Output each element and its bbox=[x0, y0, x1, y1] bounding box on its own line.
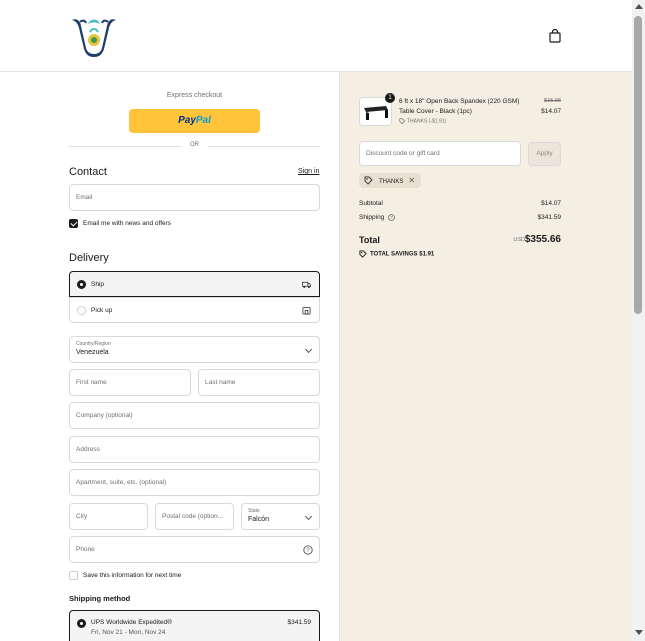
product-price: $14.07 bbox=[541, 108, 561, 115]
total-label: Total bbox=[359, 235, 380, 245]
first-name-placeholder: First name bbox=[76, 379, 107, 386]
delivery-option-pickup[interactable]: Pick up bbox=[69, 297, 320, 323]
product-discount-text: THANKS (-$1.91) bbox=[407, 118, 447, 125]
subtotal-label: Subtotal bbox=[359, 200, 383, 207]
discount-code-field[interactable]: Discount code or gift card bbox=[359, 141, 521, 166]
delivery-heading: Delivery bbox=[69, 252, 109, 264]
shipping-method-name: UPS Worldwide Expedited® bbox=[91, 619, 172, 626]
city-field[interactable]: City bbox=[69, 503, 148, 530]
tag-icon bbox=[359, 250, 367, 258]
discount-code-placeholder: Discount code or gift card bbox=[366, 150, 440, 157]
chevron-down-icon bbox=[304, 345, 313, 354]
save-info-checkbox[interactable] bbox=[69, 571, 78, 580]
contact-heading: Contact bbox=[69, 166, 107, 178]
tag-icon bbox=[399, 118, 406, 125]
shipping-method-radio[interactable] bbox=[77, 619, 86, 628]
sign-in-link[interactable]: Sign in bbox=[298, 168, 319, 175]
postal-code-placeholder: Postal code (option... bbox=[162, 513, 224, 520]
store-icon bbox=[302, 306, 311, 315]
company-placeholder: Company (optional) bbox=[76, 412, 133, 419]
shopping-bag-icon[interactable] bbox=[548, 29, 562, 43]
total-row: Total USD $355.66 bbox=[359, 233, 561, 247]
country-label: Country/Region bbox=[76, 341, 111, 347]
page-scrollbar[interactable] bbox=[632, 0, 645, 641]
remove-discount-icon[interactable]: ✕ bbox=[408, 176, 415, 185]
subtotal-value: $14.07 bbox=[541, 200, 561, 207]
or-text: OR bbox=[190, 142, 199, 148]
pickup-radio[interactable] bbox=[77, 306, 86, 315]
checkout-header bbox=[0, 0, 632, 72]
quantity-badge: 1 bbox=[385, 93, 395, 103]
pickup-label: Pick up bbox=[91, 307, 113, 314]
subtotal-row: Subtotal $14.07 bbox=[359, 200, 561, 207]
total-savings: TOTAL SAVINGS $1.91 bbox=[359, 250, 434, 258]
shipping-method-dates: Fri, Nov 21 - Mon, Nov 24 bbox=[91, 629, 166, 636]
shipping-row: Shipping ? $341.59 bbox=[359, 214, 561, 221]
tag-icon bbox=[364, 176, 373, 185]
paypal-pal-text: Pal bbox=[195, 115, 211, 126]
last-name-placeholder: Last name bbox=[205, 379, 236, 386]
newsletter-checkbox[interactable] bbox=[69, 219, 78, 228]
delivery-option-ship[interactable]: Ship bbox=[69, 271, 320, 297]
save-info-label: Save this information for next time bbox=[83, 572, 182, 579]
help-circle-icon[interactable]: ? bbox=[388, 214, 395, 221]
city-placeholder: City bbox=[76, 513, 88, 520]
country-select[interactable]: Country/Region Venezuela bbox=[69, 336, 320, 363]
address-placeholder: Address bbox=[76, 446, 100, 453]
state-value: Falcón bbox=[248, 516, 270, 523]
company-field[interactable]: Company (optional) bbox=[69, 402, 320, 429]
total-savings-text: TOTAL SAVINGS $1.91 bbox=[370, 251, 435, 258]
applied-discount-tag: THANKS ✕ bbox=[359, 173, 422, 188]
product-original-price: $15.98 bbox=[544, 98, 561, 104]
shipping-value: $341.59 bbox=[537, 214, 562, 221]
postal-code-field[interactable]: Postal code (option... bbox=[155, 503, 234, 530]
total-amount: $355.66 bbox=[524, 234, 561, 245]
apply-button[interactable]: Apply bbox=[528, 142, 561, 166]
scroll-up-icon[interactable] bbox=[635, 4, 643, 9]
address-field[interactable]: Address bbox=[69, 436, 320, 463]
phone-placeholder: Phone bbox=[76, 546, 95, 553]
svg-text:?: ? bbox=[390, 215, 393, 220]
country-value: Venezuela bbox=[76, 349, 109, 356]
scroll-down-icon[interactable] bbox=[635, 630, 643, 635]
ship-label: Ship bbox=[91, 281, 105, 288]
shipping-method-price: $341.59 bbox=[287, 619, 312, 626]
shipping-label: Shipping bbox=[359, 214, 385, 222]
last-name-field[interactable]: Last name bbox=[198, 369, 320, 396]
email-field[interactable]: Email bbox=[69, 184, 320, 211]
email-placeholder: Email bbox=[76, 194, 93, 201]
svg-text:?: ? bbox=[306, 548, 310, 554]
product-discount: THANKS (-$1.91) bbox=[399, 118, 446, 124]
or-divider: OR bbox=[69, 141, 320, 151]
shipping-method-option[interactable]: UPS Worldwide Expedited® Fri, Nov 21 - M… bbox=[69, 610, 320, 641]
state-label: State bbox=[248, 508, 260, 514]
state-select[interactable]: State Falcón bbox=[241, 503, 320, 530]
phone-field[interactable]: Phone ? bbox=[69, 536, 320, 563]
apartment-placeholder: Apartment, suite, etc. (optional) bbox=[76, 479, 167, 486]
paypal-pay-text: Pay bbox=[178, 115, 196, 126]
applied-discount-code: THANKS bbox=[379, 179, 404, 185]
chevron-down-icon bbox=[304, 512, 313, 521]
apartment-field[interactable]: Apartment, suite, etc. (optional) bbox=[69, 469, 320, 496]
scroll-thumb[interactable] bbox=[634, 16, 642, 314]
total-currency: USD bbox=[513, 237, 525, 243]
paypal-button[interactable]: PayPal bbox=[129, 109, 260, 133]
express-checkout-title: Express checkout bbox=[166, 92, 223, 99]
first-name-field[interactable]: First name bbox=[69, 369, 191, 396]
store-logo[interactable] bbox=[68, 14, 120, 58]
ship-radio[interactable] bbox=[77, 280, 86, 289]
truck-icon bbox=[302, 281, 311, 289]
shipping-method-heading: Shipping method bbox=[69, 594, 131, 603]
help-circle-icon[interactable]: ? bbox=[303, 545, 313, 555]
product-title: 6 ft x 18" Open Back Spandex (220 GSM) T… bbox=[399, 98, 520, 115]
newsletter-label: Email me with news and offers bbox=[83, 220, 172, 227]
